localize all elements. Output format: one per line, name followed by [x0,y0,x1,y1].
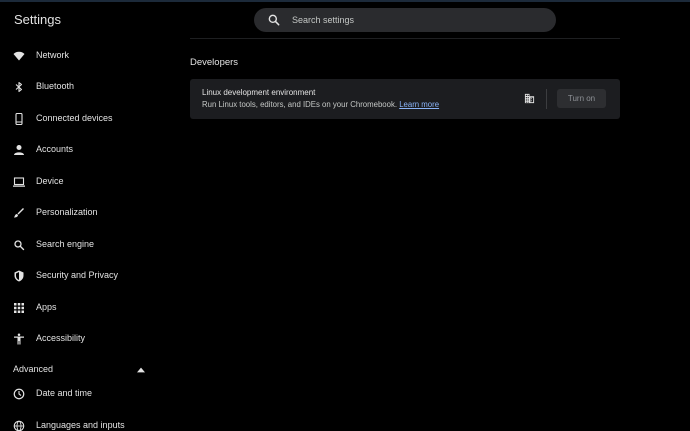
sidebar-item-label: Connected devices [36,113,113,123]
shield-icon [14,270,24,282]
section-title-developers: Developers [190,57,239,68]
search-icon [268,14,280,26]
sidebar-item-label: Bluetooth [36,81,75,91]
search-icon [14,240,25,251]
sidebar-item-search-engine[interactable]: Search engine [0,231,160,259]
card-description-text: Run Linux tools, editors, and IDEs on yo… [202,100,398,109]
sidebar-item-device[interactable]: Device [0,168,160,196]
bluetooth-icon [15,81,23,93]
brush-icon [14,208,24,218]
card-description: Run Linux tools, editors, and IDEs on yo… [202,100,439,109]
sidebar-item-label: Security and Privacy [36,270,119,280]
sidebar-item-network[interactable]: Network [0,42,160,70]
advanced-label: Advanced [13,364,54,374]
domain-icon [524,93,535,104]
advanced-toggle[interactable]: Advanced [0,358,160,382]
phone-icon [15,113,23,125]
card-divider [546,89,547,109]
card-title: Linux development environment [202,88,316,97]
sidebar-item-label: Network [36,50,70,60]
sidebar-item-label: Accessibility [36,333,86,343]
sidebar-item-bluetooth[interactable]: Bluetooth [0,73,160,101]
wifi-icon [13,51,25,61]
turn-on-button[interactable]: Turn on [557,89,606,108]
laptop-icon [13,177,25,187]
sidebar-item-apps[interactable]: Apps [0,294,160,322]
sidebar-item-label: Apps [36,302,57,312]
person-icon [14,145,24,155]
learn-more-link[interactable]: Learn more [399,100,439,109]
search-bar[interactable] [254,8,556,32]
sidebar-item-personalization[interactable]: Personalization [0,199,160,227]
sidebar-item-label: Languages and inputs [36,420,125,430]
sidebar-item-label: Search engine [36,239,95,249]
section-divider [190,38,620,39]
sidebar-item-security-and-privacy[interactable]: Security and Privacy [0,262,160,290]
apps-grid-icon [14,303,24,313]
search-input[interactable] [292,11,542,29]
sidebar-item-languages-and-inputs[interactable]: Languages and inputs [0,412,160,431]
window-top-edge [0,0,690,2]
sidebar-item-date-and-time[interactable]: Date and time [0,380,160,408]
globe-icon [13,420,25,431]
accessibility-icon [14,333,24,345]
sidebar-item-label: Device [36,176,64,186]
sidebar-item-accessibility[interactable]: Accessibility [0,325,160,353]
sidebar-item-accounts[interactable]: Accounts [0,136,160,164]
sidebar-item-label: Accounts [36,144,74,154]
sidebar: Network Bluetooth Connected devices Acco… [0,40,160,431]
sidebar-item-label: Personalization [36,207,98,217]
linux-dev-env-card: Linux development environment Run Linux … [190,79,620,119]
app-title: Settings [14,12,61,27]
chevron-up-icon [137,367,145,373]
clock-icon [13,388,25,400]
sidebar-item-connected-devices[interactable]: Connected devices [0,105,160,133]
sidebar-item-label: Date and time [36,388,93,398]
